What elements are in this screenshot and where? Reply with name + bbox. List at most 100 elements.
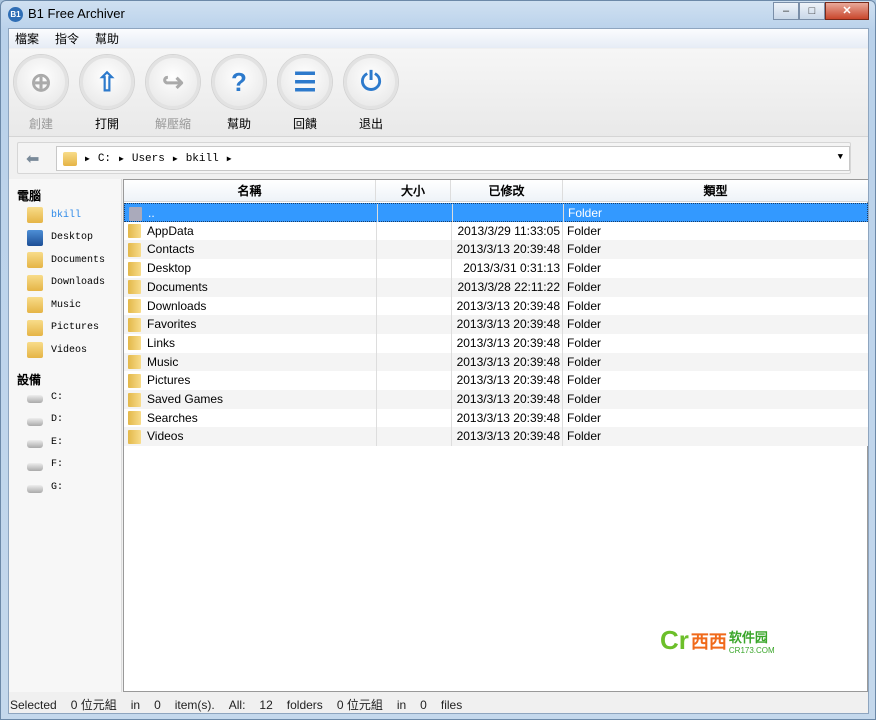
- sidebar-item-label: Documents: [51, 254, 106, 266]
- drive-icon: [27, 395, 43, 403]
- feedback-label: 回饋: [292, 117, 317, 131]
- type-cell: Folder: [567, 223, 602, 238]
- sidebar-drive-g[interactable]: G:: [27, 481, 63, 493]
- table-row[interactable]: Music 2013/3/13 20:39:48 Folder: [124, 352, 868, 372]
- folder-icon: [128, 429, 141, 444]
- file-name: ..: [148, 206, 155, 220]
- sidebar-item-downloads[interactable]: Downloads: [27, 274, 105, 291]
- type-cell: Folder: [567, 261, 602, 276]
- exit-button[interactable]: ⏻ 退出: [341, 55, 401, 132]
- path-input[interactable]: ▶ C: ▶ Users ▶ bkill ▶ ▼: [56, 146, 850, 171]
- status-text: Selected: [10, 697, 57, 712]
- sidebar-item-pictures[interactable]: Pictures: [27, 319, 100, 336]
- column-name[interactable]: 名稱: [124, 180, 376, 202]
- help-label: 幫助: [226, 117, 251, 131]
- path-segment[interactable]: Users: [132, 153, 165, 165]
- table-row[interactable]: .. Folder: [124, 203, 868, 223]
- close-button[interactable]: ✕: [825, 2, 869, 20]
- menu-help[interactable]: 幫助: [95, 30, 119, 47]
- table-row[interactable]: AppData 2013/3/29 11:33:05 Folder: [124, 221, 868, 241]
- sidebar-item-desktop[interactable]: Desktop: [27, 229, 93, 246]
- table-row[interactable]: Documents 2013/3/28 22:11:22 Folder: [124, 277, 868, 297]
- modified-cell: [452, 204, 564, 223]
- type-cell: Folder: [567, 410, 602, 425]
- size-cell: [376, 240, 451, 260]
- menu-commands[interactable]: 指令: [55, 30, 79, 47]
- sidebar-drive-d[interactable]: D:: [27, 414, 63, 426]
- folder-icon: [128, 317, 141, 332]
- table-row[interactable]: Favorites 2013/3/13 20:39:48 Folder: [124, 315, 868, 335]
- sidebar-item-documents[interactable]: Documents: [27, 252, 105, 268]
- sidebar-item-bkill[interactable]: bkill: [27, 207, 81, 223]
- open-button[interactable]: ⇧ 打開: [77, 55, 137, 132]
- feedback-button[interactable]: ☰ 回饋: [275, 55, 335, 132]
- chevron-right-icon[interactable]: ▶: [119, 154, 124, 164]
- sidebar-item-label: bkill: [51, 209, 82, 221]
- name-cell: AppData: [128, 222, 376, 241]
- size-cell: [376, 371, 451, 391]
- chevron-right-icon[interactable]: ▶: [85, 154, 90, 164]
- chevron-right-icon[interactable]: ▶: [227, 154, 232, 164]
- modified-cell: 2013/3/13 20:39:48: [451, 333, 563, 353]
- modified-cell: 2013/3/13 20:39:48: [451, 352, 563, 372]
- folder-icon: [128, 355, 141, 370]
- file-list[interactable]: 名稱 大小 已修改 類型 .. Folder AppData 2013/3/29 11…: [123, 179, 868, 692]
- status-text: files: [440, 697, 463, 712]
- table-row[interactable]: Videos 2013/3/13 20:39:48 Folder: [124, 427, 868, 447]
- sidebar-drive-e[interactable]: E:: [27, 436, 63, 448]
- modified-cell: 2013/3/13 20:39:48: [451, 315, 563, 335]
- file-name: Saved Games: [147, 392, 224, 406]
- menu-file[interactable]: 檔案: [15, 30, 39, 47]
- folder-icon: [129, 206, 142, 221]
- chevron-right-icon[interactable]: ▶: [173, 154, 178, 164]
- table-row[interactable]: Contacts 2013/3/13 20:39:48 Folder: [124, 240, 868, 260]
- table-row[interactable]: Pictures 2013/3/13 20:39:48 Folder: [124, 371, 868, 391]
- sidebar: 電腦 bkill Desktop Documents Downloads Music Pi…: [9, 179, 122, 692]
- type-cell: Folder: [567, 335, 602, 350]
- type-cell: Folder: [567, 354, 602, 369]
- drive-icon: [27, 485, 43, 493]
- folder-icon: [27, 297, 43, 313]
- modified-cell: 2013/3/28 22:11:22: [451, 277, 563, 297]
- toolbar: ⊕ 創建 ⇧ 打開 ↪ 解壓縮? 幫助 ☰ 回饋 ⏻ 退出: [9, 49, 868, 137]
- help-icon: ?: [212, 55, 266, 109]
- type-cell: Folder: [568, 206, 603, 220]
- file-name: Pictures: [147, 373, 191, 388]
- table-row[interactable]: Desktop 2013/3/31 0:31:13 Folder: [124, 259, 868, 279]
- path-segment[interactable]: bkill: [186, 153, 219, 165]
- column-size[interactable]: 大小: [376, 180, 451, 202]
- status-text: folders: [286, 697, 323, 712]
- sidebar-item-label: Pictures: [51, 322, 100, 333]
- folder-icon: [128, 261, 141, 276]
- app-icon: B1: [8, 7, 23, 22]
- table-row[interactable]: Links 2013/3/13 20:39:48 Folder: [124, 333, 868, 353]
- table-row[interactable]: Searches 2013/3/13 20:39:48 Folder: [124, 408, 868, 428]
- feedback-icon: ☰: [278, 55, 332, 109]
- name-cell: Pictures: [128, 371, 376, 390]
- folder-icon: [128, 373, 141, 388]
- column-modified[interactable]: 已修改: [451, 180, 563, 202]
- extract-button[interactable]: ↪ 解壓縮: [143, 55, 203, 132]
- maximize-button[interactable]: □: [799, 2, 825, 20]
- create-label: 創建: [28, 117, 53, 131]
- name-cell: Music: [128, 353, 376, 372]
- help-button[interactable]: ? 幫助: [209, 55, 269, 132]
- create-button[interactable]: ⊕ 創建: [11, 55, 71, 132]
- type-cell: Folder: [567, 298, 602, 313]
- path-segment[interactable]: C:: [98, 153, 111, 165]
- table-row[interactable]: Saved Games 2013/3/13 20:39:48 Folder: [124, 390, 868, 409]
- sidebar-item-videos[interactable]: Videos: [27, 342, 87, 358]
- watermark-url: CR173.COM: [728, 645, 775, 655]
- type-cell: Folder: [567, 373, 602, 388]
- folder-icon: [27, 252, 43, 268]
- back-arrow-icon[interactable]: ⬅: [26, 149, 39, 169]
- sidebar-item-music[interactable]: Music: [27, 297, 81, 313]
- status-text: 12: [259, 697, 273, 712]
- table-row[interactable]: Downloads 2013/3/13 20:39:48 Folder: [124, 296, 868, 316]
- sidebar-drive-c[interactable]: C:: [27, 391, 63, 403]
- status-text: 0: [154, 697, 161, 712]
- dropdown-arrow-icon[interactable]: ▼: [838, 152, 843, 162]
- sidebar-drive-f[interactable]: F:: [27, 459, 63, 471]
- column-type[interactable]: 類型: [563, 180, 868, 202]
- minimize-button[interactable]: –: [773, 2, 799, 20]
